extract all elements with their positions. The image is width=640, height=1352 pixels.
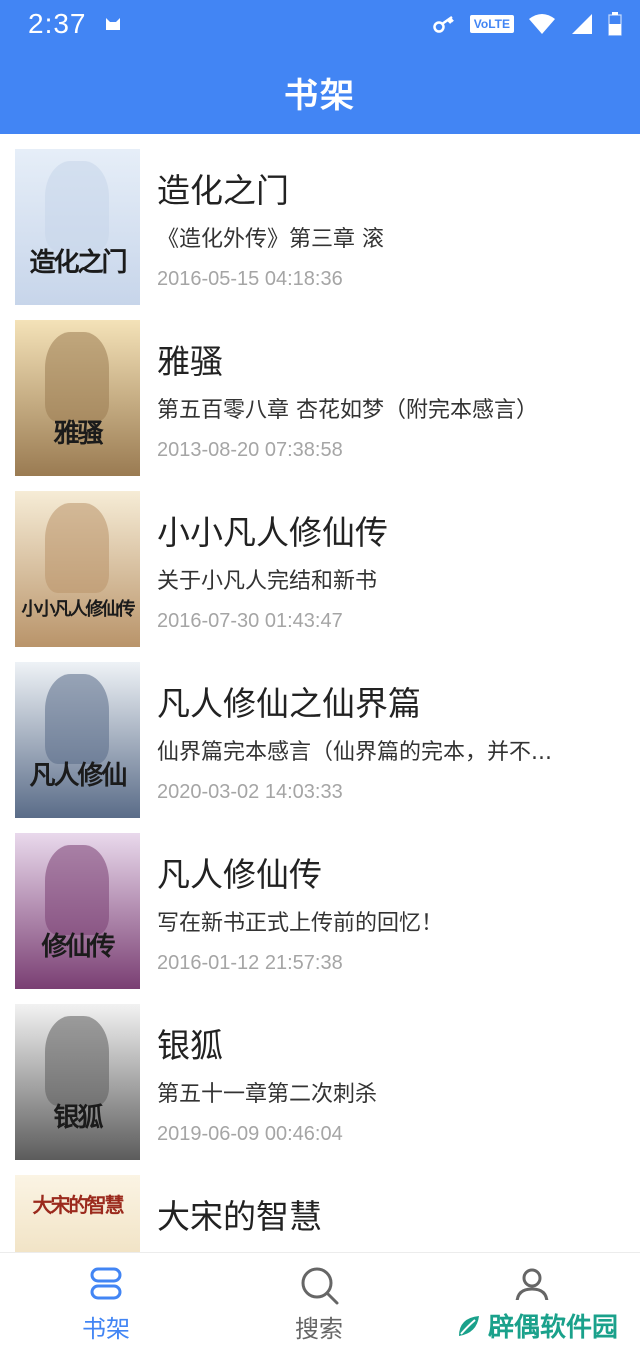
bookshelf-icon [90, 1267, 122, 1300]
watermark-text: 辟偶软件园 [488, 1313, 619, 1343]
book-item[interactable]: 造化之门 造化之门 《造化外传》第三章 滚 2016-05-15 04:18:3… [0, 134, 640, 305]
cover-figure [45, 845, 109, 935]
book-item[interactable]: 银狐 银狐 第五十一章第二次刺杀 2019-06-09 00:46:04 [0, 989, 640, 1160]
tab-label: 书架 [82, 1315, 130, 1343]
user-icon [515, 1268, 549, 1304]
tab-label: 搜索 [295, 1315, 343, 1343]
book-item[interactable]: 雅骚 雅骚 第五百零八章 杏花如梦（附完本感言） 2013-08-20 07:3… [0, 305, 640, 476]
cover-title: 修仙传 [41, 932, 115, 962]
search-icon [301, 1267, 339, 1305]
status-bar: 2:37 VoLTE [0, 0, 640, 48]
update-time: 2016-01-12 21:57:38 [157, 952, 343, 974]
signal-icon [572, 14, 592, 34]
cover-title: 大宋的智慧 [32, 1193, 125, 1217]
update-time: 2016-07-30 01:43:47 [157, 610, 343, 632]
update-time: 2019-06-09 00:46:04 [157, 1123, 343, 1145]
book-cover: 造化之门 [15, 149, 140, 305]
book-item[interactable]: 凡人修仙 凡人修仙之仙界篇 仙界篇完本感言（仙界篇的完本，并不... 2020-… [0, 647, 640, 818]
book-title: 凡人修仙之仙界篇 [157, 684, 421, 723]
wifi-icon [529, 14, 555, 34]
book-cover: 修仙传 [15, 833, 140, 989]
status-icons: VoLTE [432, 12, 622, 36]
book-title: 雅骚 [157, 342, 223, 381]
tab-search[interactable]: 搜索 [259, 1253, 379, 1352]
leaf-logo-icon [459, 1315, 479, 1336]
cover-title: 小小凡人修仙传 [21, 599, 136, 620]
book-item[interactable]: 修仙传 凡人修仙传 写在新书正式上传前的回忆！ 2016-01-12 21:57… [0, 818, 640, 989]
latest-chapter: 写在新书正式上传前的回忆！ [157, 911, 444, 936]
volte-badge: VoLTE [469, 15, 514, 33]
book-title: 大宋的智慧 [157, 1197, 322, 1236]
book-cover: 雅骚 [15, 320, 140, 476]
book-cover: 凡人修仙 [15, 662, 140, 818]
cover-figure [45, 1016, 109, 1106]
book-title: 银狐 [157, 1026, 223, 1065]
cover-title: 造化之门 [29, 248, 127, 278]
page-title: 书架 [284, 76, 356, 116]
latest-chapter: 关于小凡人完结和新书 [157, 569, 378, 594]
cover-figure [45, 503, 109, 593]
battery-icon [608, 12, 622, 36]
cover-title: 银狐 [53, 1103, 103, 1133]
cover-title: 凡人修仙 [29, 761, 127, 791]
book-cover: 小小凡人修仙传 [15, 491, 140, 647]
book-item[interactable]: 小小凡人修仙传 小小凡人修仙传 关于小凡人完结和新书 2016-07-30 01… [0, 476, 640, 647]
book-title: 造化之门 [157, 171, 289, 210]
book-cover: 银狐 [15, 1004, 140, 1160]
latest-chapter: 仙界篇完本感言（仙界篇的完本，并不... [157, 740, 552, 765]
book-cover: 大宋的智慧 [15, 1175, 140, 1252]
latest-chapter: 《造化外传》第三章 滚 [157, 227, 384, 252]
book-item[interactable]: 大宋的智慧 大宋的智慧 [0, 1160, 640, 1252]
status-time: 2:37 [28, 8, 87, 39]
update-time: 2016-05-15 04:18:36 [157, 268, 343, 290]
cover-figure [45, 674, 109, 764]
latest-chapter: 第五十一章第二次刺杀 [157, 1082, 378, 1107]
app-header: 2:37 VoLTE 书架 [0, 0, 640, 134]
cover-title: 雅骚 [53, 419, 103, 449]
cover-figure [45, 161, 109, 251]
cover-figure [45, 332, 109, 422]
cat-notification-icon [105, 18, 120, 30]
tab-bookshelf[interactable]: 书架 [46, 1253, 166, 1352]
watermark: 辟偶软件园 [440, 1300, 640, 1351]
book-title: 凡人修仙传 [157, 855, 322, 894]
key-icon [433, 15, 454, 33]
update-time: 2013-08-20 07:38:58 [157, 439, 343, 461]
update-time: 2020-03-02 14:03:33 [157, 781, 343, 803]
book-title: 小小凡人修仙传 [157, 513, 388, 552]
latest-chapter: 第五百零八章 杏花如梦（附完本感言） [157, 398, 538, 423]
bookshelf-list[interactable]: 造化之门 造化之门 《造化外传》第三章 滚 2016-05-15 04:18:3… [0, 134, 640, 1252]
